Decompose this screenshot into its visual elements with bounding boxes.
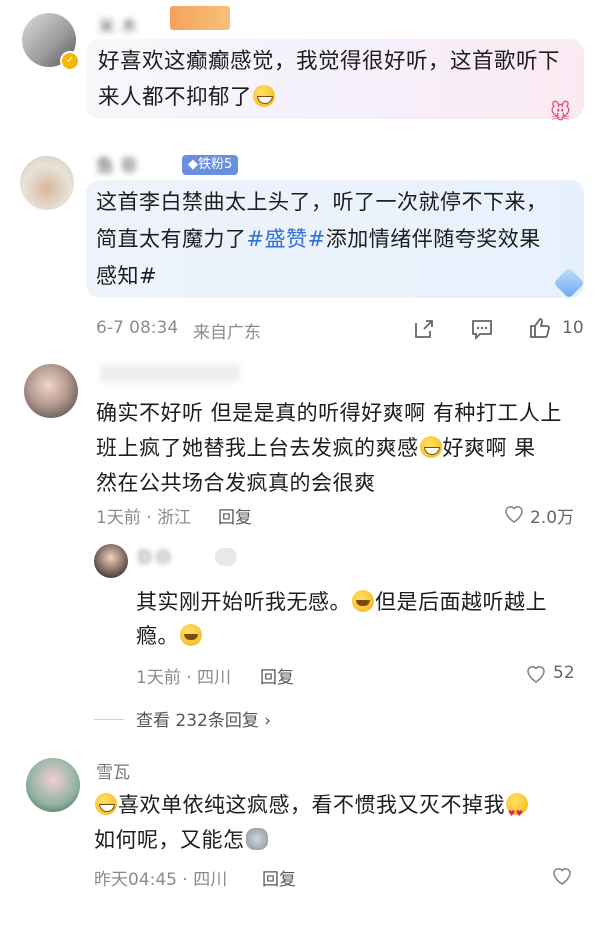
crying-emoji-icon xyxy=(352,590,374,612)
comment-text: 瘾。 xyxy=(136,618,203,654)
heart-icon[interactable] xyxy=(524,662,548,686)
reply-button[interactable]: 回复 xyxy=(218,503,252,528)
redacted-name-block xyxy=(170,6,230,30)
meta-row-cropped xyxy=(98,136,298,146)
view-replies-link[interactable]: 查看 232条回复 › xyxy=(136,706,271,731)
username-redacted xyxy=(100,364,240,382)
heart-icon[interactable] xyxy=(502,502,526,526)
grin-emoji-icon xyxy=(253,85,276,107)
avatar[interactable] xyxy=(94,544,128,578)
username[interactable]: 米 木 xyxy=(98,12,137,37)
grin-emoji-icon xyxy=(95,793,117,815)
comment-icon[interactable] xyxy=(470,317,494,341)
comment-time: 1天前 · 浙江 xyxy=(96,508,192,528)
comment-text: 简直太有魔力了#盛赞#添加情绪伴随夸奖效果 xyxy=(96,227,541,251)
comment-text: 喜欢单依纯这疯感，看不惯我又灭不掉我 xyxy=(94,787,529,832)
hashtag-link[interactable]: #盛赞# xyxy=(247,227,326,251)
diamond-icon: ◆ xyxy=(188,157,198,172)
username[interactable]: 鱼 非 xyxy=(96,152,138,178)
comment-text: 好喜欢这癫癫感觉，我觉得很好听，这首歌听下 xyxy=(98,49,561,74)
comment-text: 如何呢，又能怎 xyxy=(94,822,269,858)
reply-button[interactable]: 回复 xyxy=(260,663,294,688)
comment-text: 这首李白禁曲太上头了，听了一次就停不下来， xyxy=(96,190,548,214)
comment-text: 其实刚开始听我无感。 但是后面越听越上 xyxy=(136,590,547,614)
like-icon[interactable] xyxy=(528,316,552,340)
mickey-sticker-icon: 🐭 xyxy=(550,100,571,124)
like-count: 2.0万 xyxy=(530,508,575,528)
cat-emoji-icon xyxy=(245,828,268,850)
verified-badge-icon: ✓ xyxy=(60,51,80,71)
divider xyxy=(94,719,124,720)
chevron-right-icon: › xyxy=(264,711,272,731)
username[interactable]: 雪瓦 xyxy=(96,758,130,783)
heart-icon[interactable] xyxy=(550,864,574,888)
comment-text: 确实不好听 但是是真的听得好爽啊 有种打工人上 xyxy=(96,401,562,425)
like-count: 52 xyxy=(553,663,575,683)
badge-icon xyxy=(215,548,237,566)
reply-button[interactable]: 回复 xyxy=(262,865,296,890)
avatar[interactable] xyxy=(24,364,78,418)
comment-time: 6-7 08:34 xyxy=(96,318,179,338)
sweat-smile-emoji-icon xyxy=(419,436,442,458)
avatar[interactable] xyxy=(20,156,74,210)
fan-badge: ◆铁粉5 xyxy=(182,155,239,175)
like-count: 10 xyxy=(562,318,584,338)
comment-location: 来自广东 xyxy=(193,323,261,343)
heart-eyes-emoji-icon xyxy=(506,793,528,832)
comment-text: 感知# xyxy=(96,264,158,288)
comment-text: 来人都不抑郁了 xyxy=(98,79,276,116)
avatar[interactable] xyxy=(26,758,80,812)
comment-text: 班上疯了她替我上台去发疯的爽感 好爽啊 果 xyxy=(96,436,536,460)
comment-time: 1天前 · 四川 xyxy=(136,668,232,688)
crying-emoji-icon xyxy=(180,624,202,646)
share-icon[interactable] xyxy=(412,317,436,341)
username[interactable]: D O xyxy=(138,548,170,568)
comment-time: 昨天04:45 · 四川 xyxy=(94,870,228,890)
comment-text: 然在公共场合发疯真的会很爽 xyxy=(96,471,376,495)
